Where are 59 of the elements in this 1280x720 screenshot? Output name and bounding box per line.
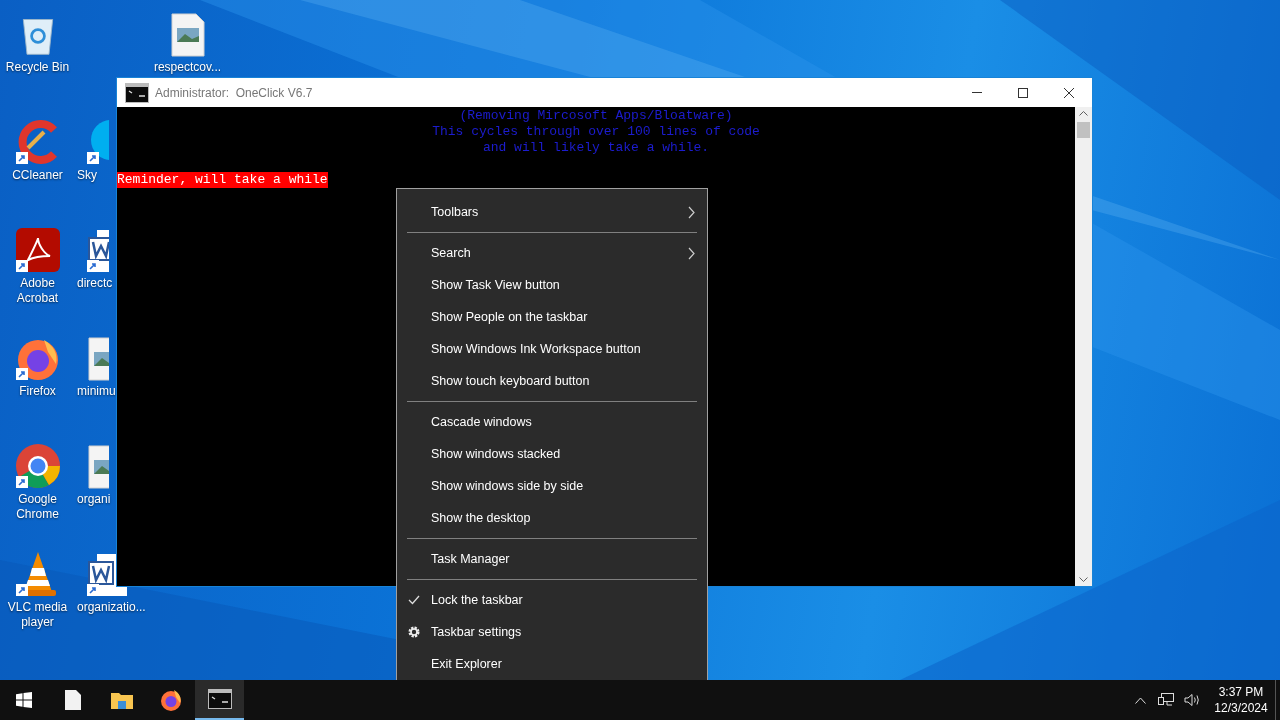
window-title: Administrator: OneClick V6.7 [155, 84, 314, 102]
console-line: (Removing Mircosoft Apps/Bloatware) [459, 108, 733, 124]
menu-item[interactable]: Taskbar settings [397, 616, 707, 648]
desktop-icon-label[interactable]: respectcov... [150, 60, 225, 75]
desktop-icon-label[interactable]: CCleaner [0, 168, 75, 183]
desktop-icon-label[interactable]: Adobe Acrobat [0, 276, 75, 306]
desktop-icon-label[interactable]: Google Chrome [0, 492, 75, 522]
menu-item[interactable]: Show touch keyboard button [397, 365, 707, 397]
folder-icon [109, 690, 134, 710]
console-icon [125, 82, 149, 103]
caret-up-icon[interactable] [1135, 696, 1146, 704]
speaker-icon[interactable] [1184, 693, 1201, 707]
minimize-icon [972, 92, 982, 93]
desktop-icon-label[interactable]: Recycle Bin [0, 60, 75, 75]
menu-item[interactable]: Lock the taskbar [397, 584, 707, 616]
network-icon[interactable] [1158, 693, 1174, 707]
desktop-icon-label[interactable]: Firefox [0, 384, 75, 399]
console-line: and will likely take a while. [482, 140, 710, 156]
desktop-icon-label[interactable]: directc [77, 276, 113, 291]
desktop-icon-label[interactable]: organizatio... [77, 600, 146, 615]
menu-item[interactable]: Show windows side by side [397, 470, 707, 502]
clock[interactable]: 3:37 PM 12/3/2024 [1213, 684, 1269, 716]
windows-logo-icon [16, 692, 32, 708]
desktop-icon-label[interactable]: VLC media player [0, 600, 75, 630]
acrobat-icon [13, 226, 62, 274]
chevron-right-icon [688, 205, 695, 219]
menu-item[interactable]: Search [397, 237, 707, 269]
desktop-icon-label[interactable]: organi [77, 492, 111, 507]
firefox-icon [158, 688, 183, 712]
desktop-icon-label[interactable]: minimu [77, 384, 116, 399]
desktop-icon-label[interactable]: Sky [77, 168, 97, 183]
taskbar-button[interactable] [195, 680, 244, 720]
scroll-thumb[interactable] [1077, 122, 1090, 138]
menu-item[interactable]: Task Manager [397, 543, 707, 575]
image-file-icon [85, 444, 109, 490]
menu-item[interactable]: Show People on the taskbar [397, 301, 707, 333]
console-line: This cycles through over 100 lines of code [432, 124, 760, 140]
close-icon [1064, 87, 1074, 98]
scroll-down-icon [1079, 577, 1088, 582]
menu-item[interactable]: Show Task View button [397, 269, 707, 301]
file-icon [63, 689, 82, 711]
gear-icon [407, 625, 421, 639]
scrollbar[interactable] [1075, 107, 1092, 586]
chevron-right-icon [688, 246, 695, 260]
menu-item[interactable]: Show windows stacked [397, 438, 707, 470]
check-icon [408, 595, 420, 605]
menu-item[interactable]: Exit Explorer [397, 648, 707, 680]
skype-icon [85, 118, 109, 166]
menu-item[interactable]: Show the desktop [397, 502, 707, 534]
scroll-up-icon [1079, 111, 1088, 116]
clock-time: 3:37 PM [1218, 684, 1264, 700]
maximize-icon [1018, 87, 1028, 98]
image-file-icon [85, 336, 109, 382]
menu-item[interactable]: Show Windows Ink Workspace button [397, 333, 707, 365]
clock-date: 12/3/2024 [1214, 700, 1268, 716]
chrome-icon [13, 442, 62, 490]
console-icon [207, 689, 232, 709]
menu-item[interactable]: Toolbars [397, 196, 707, 228]
menu-item[interactable]: Cascade windows [397, 406, 707, 438]
